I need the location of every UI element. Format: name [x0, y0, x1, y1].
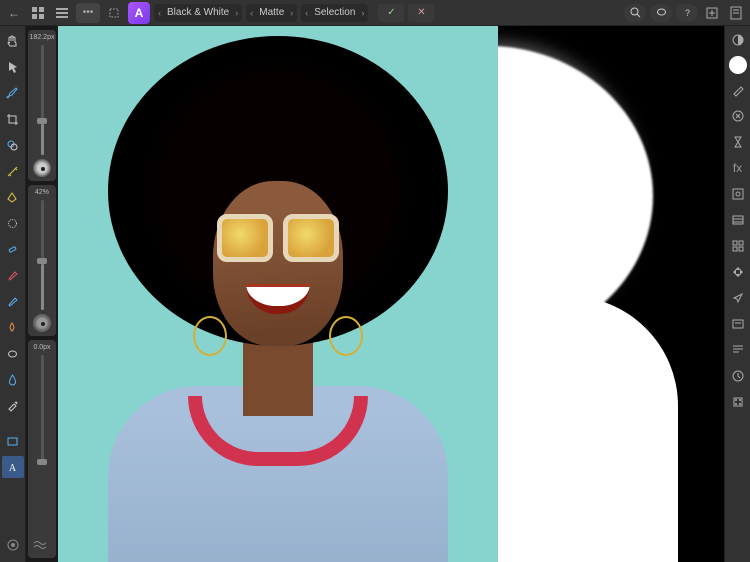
timer-icon[interactable] — [727, 132, 749, 152]
opacity-panel: 42% — [28, 185, 56, 336]
chevron-left-icon[interactable]: ‹ — [158, 8, 161, 18]
navigator-icon[interactable] — [727, 288, 749, 308]
right-studio-column: fx — [724, 26, 750, 562]
back-button[interactable]: ← — [4, 3, 24, 23]
apply-button[interactable]: ✓ — [378, 4, 404, 22]
clone-tool[interactable] — [2, 134, 24, 156]
retouch-brush-tool[interactable] — [2, 212, 24, 234]
color-well[interactable] — [729, 56, 747, 74]
blur-tool[interactable] — [2, 368, 24, 390]
lasso-tool[interactable] — [650, 4, 672, 22]
svg-text:A: A — [9, 463, 17, 474]
eyedropper-tool[interactable] — [2, 394, 24, 416]
snap-toggle[interactable] — [104, 3, 124, 23]
svg-text:?: ? — [684, 8, 689, 18]
crop-tool[interactable] — [2, 108, 24, 130]
breadcrumb-label: Selection — [314, 7, 355, 18]
chevron-left-icon[interactable]: ‹ — [250, 8, 253, 18]
transform-panel-icon[interactable] — [727, 262, 749, 282]
stock-panel-icon[interactable] — [727, 184, 749, 204]
pen-tool[interactable] — [2, 186, 24, 208]
grid-toggle[interactable] — [28, 3, 48, 23]
chevron-right-icon[interactable]: › — [235, 8, 238, 18]
gradient-tool[interactable] — [2, 160, 24, 182]
swatches-panel-icon[interactable] — [727, 80, 749, 100]
bottom-indicator[interactable] — [2, 534, 24, 556]
mask-view — [498, 26, 724, 562]
document-button[interactable] — [726, 3, 746, 23]
hardness-slider[interactable] — [41, 355, 44, 465]
brush-preview-icon — [33, 314, 51, 332]
chevron-left-icon[interactable]: ‹ — [305, 8, 308, 18]
brush-size-slider[interactable] — [41, 45, 44, 155]
hardness-panel: 0.0px — [28, 340, 56, 558]
help-button[interactable]: ? — [676, 4, 698, 22]
context-breadcrumb-3[interactable]: ‹ Selection › — [301, 4, 368, 22]
brush-preview-icon — [33, 159, 51, 177]
chevron-right-icon[interactable]: › — [290, 8, 293, 18]
left-tool-column: A — [0, 26, 26, 562]
opacity-slider[interactable] — [41, 200, 44, 310]
brush-size-value: 182.2px — [30, 34, 55, 41]
breadcrumb-label: Black & White — [167, 7, 229, 18]
brush-tool[interactable] — [2, 82, 24, 104]
burn-tool[interactable] — [2, 316, 24, 338]
pointer-tool[interactable] — [2, 56, 24, 78]
opacity-value: 42% — [35, 189, 49, 196]
top-toolbar: ← ••• A ‹ Black & White › ‹ Matte › ‹ Se… — [0, 0, 750, 26]
text-styles-icon[interactable] — [727, 314, 749, 334]
tool-options-column: 182.2px 42% 0.0px — [26, 26, 58, 562]
add-button[interactable] — [702, 3, 722, 23]
canvas[interactable] — [58, 26, 724, 562]
cancel-button[interactable]: ✕ — [408, 4, 434, 22]
mixer-brush-tool[interactable] — [2, 290, 24, 312]
breadcrumb-label: Matte — [259, 7, 284, 18]
channels-panel-icon[interactable] — [727, 236, 749, 256]
paint-tool[interactable] — [2, 264, 24, 286]
layers-panel-icon[interactable] — [727, 210, 749, 230]
rectangle-shape-tool[interactable] — [2, 430, 24, 452]
context-breadcrumb-1[interactable]: ‹ Black & White › — [154, 4, 242, 22]
photo-view — [58, 26, 498, 562]
chevron-right-icon[interactable]: › — [361, 8, 364, 18]
history-panel-icon[interactable] — [727, 366, 749, 386]
fx-icon[interactable]: fx — [727, 158, 749, 178]
heal-tool[interactable] — [2, 238, 24, 260]
more-button[interactable]: ••• — [76, 3, 100, 23]
adjustments-icon[interactable] — [727, 30, 749, 50]
persona-icon[interactable]: A — [128, 2, 150, 24]
wave-icon — [33, 540, 51, 550]
main-area: A 182.2px 42% 0.0px — [0, 26, 750, 562]
hand-tool[interactable] — [2, 30, 24, 52]
assets-panel-icon[interactable] — [727, 392, 749, 412]
paragraph-icon[interactable] — [727, 340, 749, 360]
hardness-value: 0.0px — [33, 344, 50, 351]
magnify-tool[interactable] — [624, 4, 646, 22]
brushes-panel-icon[interactable] — [727, 106, 749, 126]
menu-button[interactable] — [52, 3, 72, 23]
context-breadcrumb-2[interactable]: ‹ Matte › — [246, 4, 297, 22]
sponge-tool[interactable] — [2, 342, 24, 364]
brush-size-panel: 182.2px — [28, 30, 56, 181]
text-tool[interactable]: A — [2, 456, 24, 478]
